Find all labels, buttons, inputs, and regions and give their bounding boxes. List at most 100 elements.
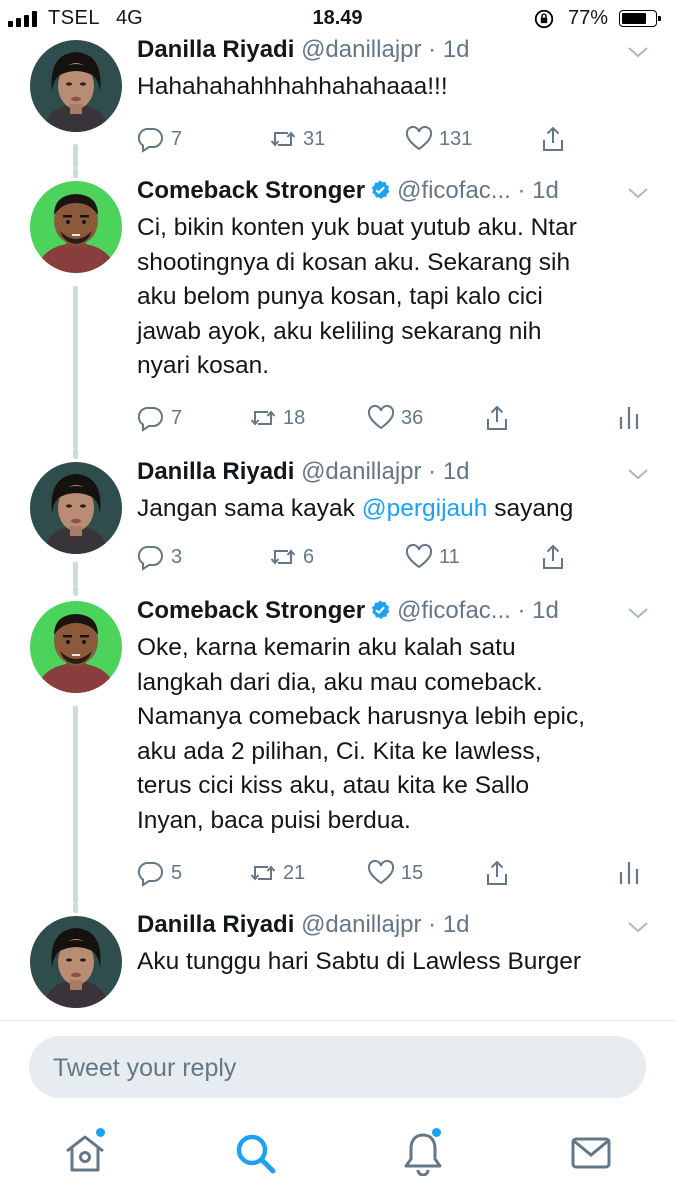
battery-icon [619,10,661,27]
retweet-icon [270,549,296,565]
retweet-button[interactable]: 21 [249,856,305,890]
tweet-header: Danilla Riyadi @danillajpr · 1d [137,36,615,68]
status-bar: TSEL 4G 18.49 77% [0,0,675,36]
reply-count: 7 [171,127,183,150]
mention-link[interactable]: @pergijauh [362,495,488,522]
like-button[interactable]: 15 [367,856,423,890]
display-name[interactable]: Comeback Stronger [137,177,365,204]
thread-connector [73,586,78,596]
share-icon [487,860,507,885]
thread-connector [73,903,78,913]
tab-search[interactable] [232,1130,278,1176]
timestamp: · 1d [428,36,470,63]
tweet[interactable]: Comeback Stronger @ficofac... · 1d Ci, bi… [0,168,675,449]
like-count: 131 [439,127,473,150]
reply-button[interactable]: 7 [137,401,182,435]
timestamp: · 1d [428,911,470,938]
retweet-button[interactable]: 31 [269,122,325,156]
chevron-down-icon[interactable] [627,467,649,481]
share-button[interactable] [539,540,567,574]
avatar[interactable] [30,181,122,273]
display-name[interactable]: Danilla Riyadi [137,36,294,63]
display-name[interactable]: Danilla Riyadi [137,911,294,938]
handle[interactable]: @ficofac... [397,177,511,204]
like-count: 15 [401,861,424,884]
messages-icon [571,1137,611,1169]
like-button[interactable]: 131 [405,122,472,156]
verified-badge-icon [371,180,390,200]
tweet[interactable]: Danilla Riyadi @danillajpr · 1d Hahahaha… [0,36,675,168]
tweet-actions: 7 18 36 [137,401,675,435]
handle[interactable]: @danillajpr [301,911,421,938]
tweet-text: Aku tunggu hari Sabtu di Lawless Burger [137,948,581,975]
tweet-actions: 3 6 11 [137,540,675,574]
timestamp: · 1d [517,597,559,624]
like-button[interactable]: 36 [367,401,423,435]
tweet-header: Danilla Riyadi @danillajpr · 1d [137,458,615,490]
retweet-button[interactable]: 18 [249,401,305,435]
share-icon [487,405,507,430]
timestamp: · 1d [428,458,470,485]
tweet-actions: 5 21 15 [137,856,675,890]
heart-icon [405,125,433,151]
display-name[interactable]: Comeback Stronger [137,597,365,624]
conversation-thread[interactable]: Danilla Riyadi @danillajpr · 1d Hahahaha… [0,36,675,1020]
analytics-icon [619,862,639,884]
analytics-button[interactable] [615,401,643,435]
like-button[interactable]: 11 [405,540,460,574]
chevron-down-icon[interactable] [627,920,649,934]
retweet-icon [250,865,276,881]
reply-divider [0,1020,675,1021]
thread-connector [73,562,78,586]
avatar[interactable] [30,462,122,554]
search-icon [236,1134,276,1174]
handle[interactable]: @danillajpr [301,36,421,63]
tweet-actions: 7 31 131 [137,122,675,156]
share-button[interactable] [483,401,511,435]
tweet-header: Danilla Riyadi @danillajpr · 1d [137,911,615,943]
battery-percent: 77% [568,7,609,29]
tweet-header: Comeback Stronger @ficofac... · 1d [137,177,615,209]
tweet[interactable]: Danilla Riyadi @danillajpr · 1d Aku tung… [0,903,675,1020]
retweet-icon [270,131,296,147]
tab-home[interactable] [62,1128,108,1176]
tweet[interactable]: Comeback Stronger @ficofac... · 1d Oke, k… [0,586,675,903]
heart-icon [367,404,395,430]
reply-count: 3 [171,545,183,568]
handle[interactable]: @ficofac... [397,597,511,624]
retweet-count: 18 [283,406,306,429]
chevron-down-icon[interactable] [627,606,649,620]
retweet-count: 31 [303,127,326,150]
avatar[interactable] [30,601,122,693]
handle[interactable]: @danillajpr [301,458,421,485]
tab-messages[interactable] [568,1130,614,1176]
reply-input[interactable] [51,1036,615,1100]
thread-connector [73,449,78,459]
tweet[interactable]: Danilla Riyadi @danillajpr · 1d Jangan s… [0,449,675,586]
thread-connector [73,706,78,903]
chevron-down-icon[interactable] [627,186,649,200]
reply-icon [137,545,163,571]
retweet-icon [250,410,276,426]
reply-icon [137,861,163,887]
reply-button[interactable]: 7 [137,122,182,156]
reply-count: 5 [171,861,183,884]
avatar[interactable] [30,916,122,1008]
analytics-button[interactable] [615,856,643,890]
reply-button[interactable]: 3 [137,540,182,574]
reply-count: 7 [171,406,183,429]
tweet-text: Ci, bikin konten yuk buat yutub aku. Nta… [137,214,577,379]
share-button[interactable] [483,856,511,890]
reply-composer[interactable] [29,1036,646,1100]
like-count: 11 [439,545,460,568]
retweet-button[interactable]: 6 [269,540,314,574]
bottom-tab-bar [0,1110,675,1200]
avatar[interactable] [30,40,122,132]
orientation-lock-icon [534,9,554,29]
tab-notifications[interactable] [400,1128,446,1177]
share-button[interactable] [539,122,567,156]
reply-button[interactable]: 5 [137,856,182,890]
display-name[interactable]: Danilla Riyadi [137,458,294,485]
tweet-header: Comeback Stronger @ficofac... · 1d [137,597,615,629]
chevron-down-icon[interactable] [627,45,649,59]
